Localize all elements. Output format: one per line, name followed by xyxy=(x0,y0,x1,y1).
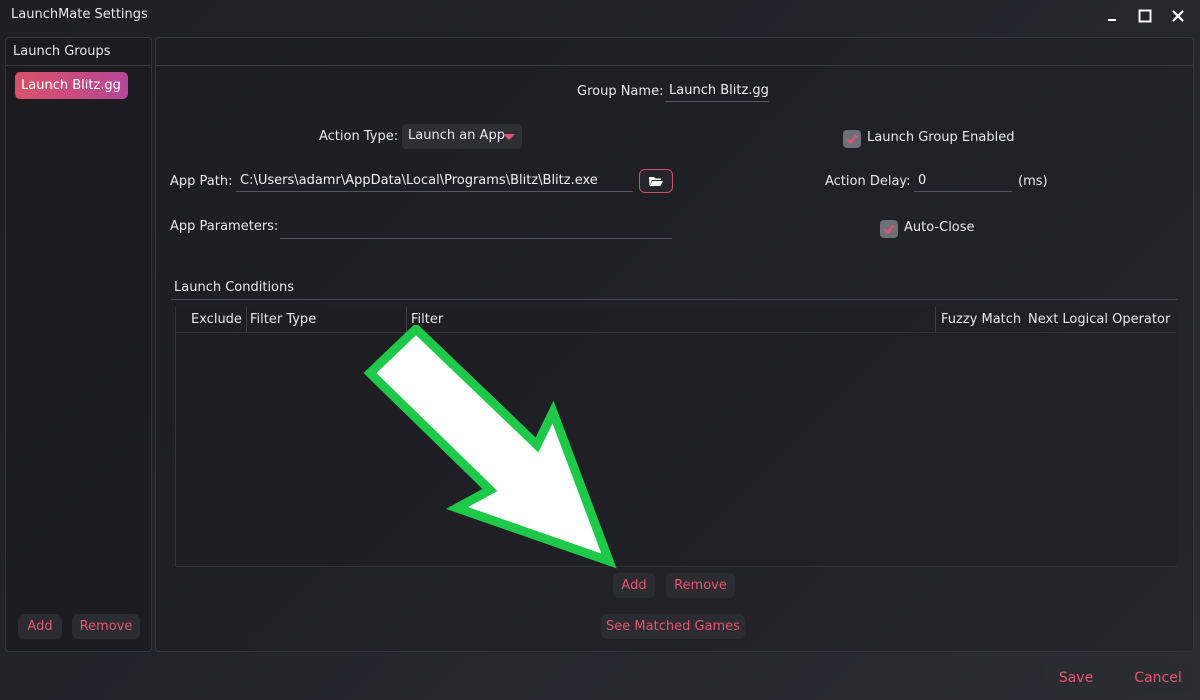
close-button[interactable] xyxy=(1162,3,1194,29)
column-separator xyxy=(406,307,407,333)
divider xyxy=(6,65,151,66)
launch-conditions-title: Launch Conditions xyxy=(174,280,295,295)
column-header-next-logical-operator[interactable]: Next Logical Operator xyxy=(1028,312,1170,327)
column-header-filter[interactable]: Filter xyxy=(411,312,443,327)
launch-groups-panel: Launch Groups Launch Blitz.gg xyxy=(5,37,152,652)
column-header-filter-type[interactable]: Filter Type xyxy=(250,312,316,327)
remove-group-button[interactable]: Remove xyxy=(72,614,140,639)
launch-group-enabled-label: Launch Group Enabled xyxy=(867,130,1015,145)
add-group-button[interactable]: Add xyxy=(18,614,62,639)
auto-close-label: Auto-Close xyxy=(904,220,975,235)
app-parameters-field[interactable] xyxy=(280,216,672,239)
browse-button[interactable] xyxy=(639,169,673,193)
action-delay-field[interactable]: 0 xyxy=(914,171,1012,192)
action-type-dropdown[interactable]: Launch an App xyxy=(402,124,522,149)
save-button[interactable]: Save xyxy=(1042,663,1110,693)
header-divider xyxy=(176,332,1176,333)
close-icon xyxy=(1172,10,1184,22)
auto-close-checkbox[interactable] xyxy=(880,220,898,238)
app-parameters-label: App Parameters: xyxy=(170,219,279,234)
remove-condition-button[interactable]: Remove xyxy=(666,573,735,598)
maximize-button[interactable] xyxy=(1129,3,1161,29)
column-separator xyxy=(935,307,936,333)
caret-down-icon xyxy=(503,134,515,140)
cancel-button[interactable]: Cancel xyxy=(1123,663,1193,693)
action-delay-label: Action Delay: xyxy=(825,174,911,189)
app-path-field[interactable]: C:\Users\adamr\AppData\Local\Programs\Bl… xyxy=(236,171,633,192)
folder-open-icon xyxy=(649,177,663,186)
maximize-icon xyxy=(1138,9,1152,23)
checkmark-icon xyxy=(846,134,858,145)
action-delay-unit: (ms) xyxy=(1018,174,1048,189)
column-header-exclude[interactable]: Exclude xyxy=(191,312,242,327)
group-name-field[interactable]: Launch Blitz.gg xyxy=(665,81,769,102)
launch-groups-header: Launch Groups xyxy=(13,44,111,59)
divider xyxy=(171,299,1177,300)
column-separator xyxy=(246,307,247,333)
checkmark-icon xyxy=(883,224,895,235)
action-type-value: Launch an App xyxy=(408,128,505,143)
add-condition-button[interactable]: Add xyxy=(613,573,655,598)
conditions-table[interactable]: Exclude Filter Type Filter Fuzzy Match N… xyxy=(175,307,1177,567)
launch-group-item[interactable]: Launch Blitz.gg xyxy=(15,72,128,99)
minimize-button[interactable] xyxy=(1096,3,1128,29)
action-type-label: Action Type: xyxy=(319,129,399,144)
title-bar: LaunchMate Settings xyxy=(0,0,1200,32)
see-matched-games-button[interactable]: See Matched Games xyxy=(601,614,745,639)
app-path-label: App Path: xyxy=(170,174,233,189)
divider xyxy=(156,65,1193,66)
column-header-fuzzy-match[interactable]: Fuzzy Match xyxy=(941,312,1021,327)
window-title: LaunchMate Settings xyxy=(11,7,148,22)
launch-group-enabled-checkbox[interactable] xyxy=(843,130,861,148)
group-name-label: Group Name: xyxy=(577,84,664,99)
minimize-icon xyxy=(1108,19,1116,21)
